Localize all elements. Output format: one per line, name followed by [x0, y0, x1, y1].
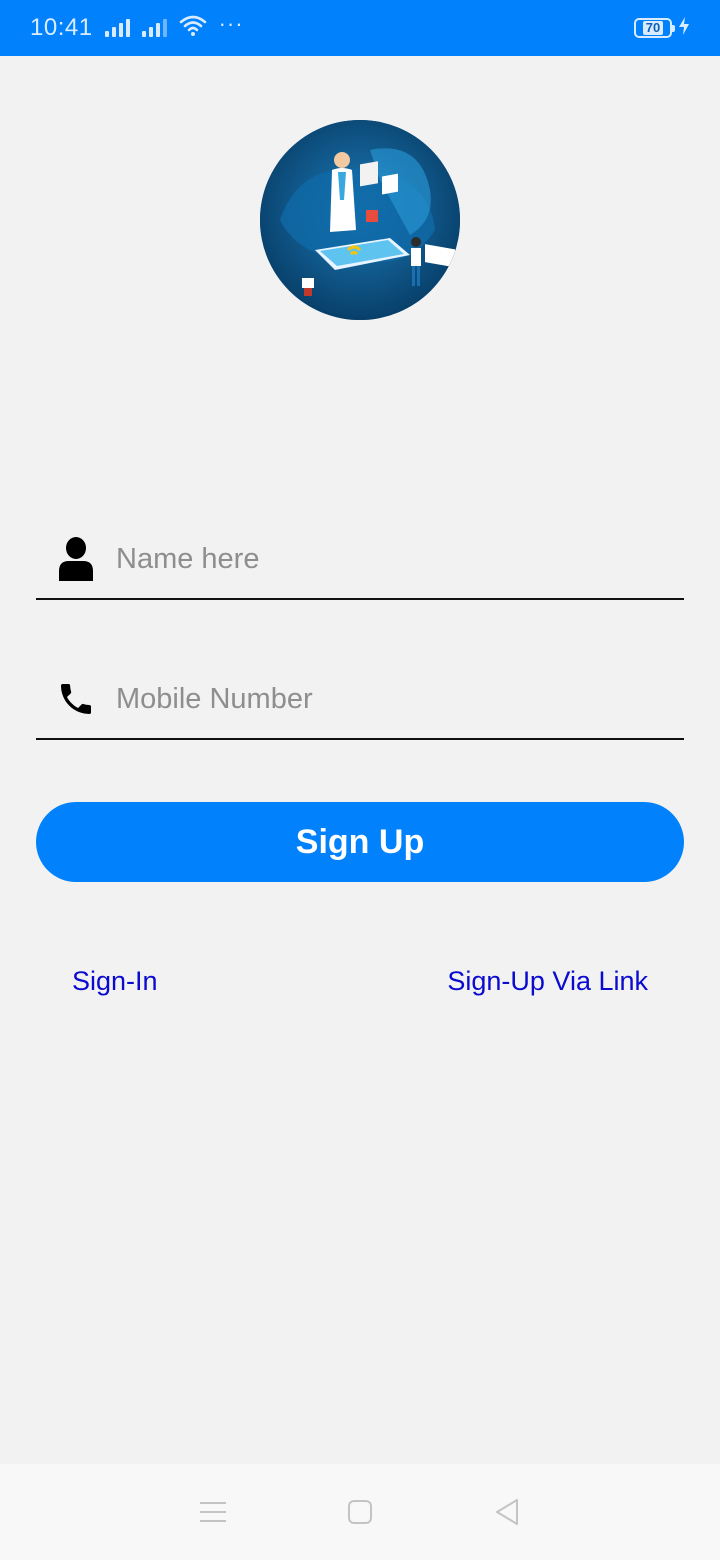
status-bar: 10:41 ··· 70: [0, 0, 720, 56]
phone-icon: [36, 679, 116, 719]
battery-level: 70: [642, 21, 664, 35]
charging-icon: [678, 16, 690, 40]
menu-icon[interactable]: [183, 1482, 243, 1542]
cellular-signal-icon: [104, 19, 130, 37]
battery-icon: 70: [634, 18, 675, 38]
app-logo: [260, 120, 460, 320]
back-triangle-icon[interactable]: [477, 1482, 537, 1542]
name-input[interactable]: [116, 542, 684, 576]
signup-screen: 10:41 ··· 70 Name here Mobile Number Sig…: [0, 0, 720, 1560]
system-nav-bar: [0, 1464, 720, 1560]
wifi-icon: [179, 15, 207, 42]
more-notifications-icon: ···: [218, 11, 244, 36]
mobile-input[interactable]: [116, 682, 684, 716]
signup-button[interactable]: Sign Up: [36, 802, 684, 882]
mobile-field: [36, 660, 684, 740]
status-time: 10:41: [30, 14, 93, 41]
signin-link[interactable]: Sign-In: [72, 966, 158, 997]
name-field: [36, 520, 684, 600]
signup-via-link[interactable]: Sign-Up Via Link: [447, 966, 648, 997]
cellular-signal-2-icon: [141, 19, 167, 37]
home-square-icon[interactable]: [330, 1482, 390, 1542]
person-icon: [36, 537, 116, 581]
status-right: 70: [634, 16, 690, 40]
telemedicine-illustration-icon: [260, 120, 460, 320]
